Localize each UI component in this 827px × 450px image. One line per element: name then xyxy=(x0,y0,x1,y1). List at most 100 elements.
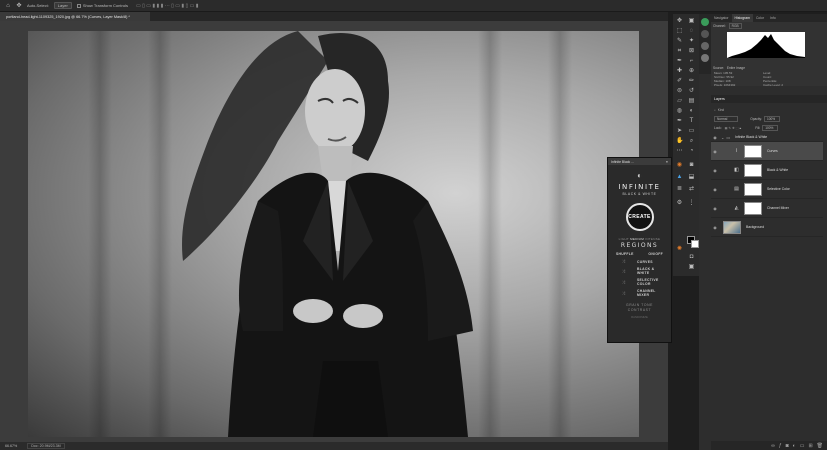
adjustments-panel-icon[interactable] xyxy=(701,30,709,38)
marquee-tool-icon[interactable]: ⬚ xyxy=(676,28,683,35)
screen-mode-icon[interactable]: ⬓ xyxy=(688,174,695,181)
mode-light[interactable]: LIGHT xyxy=(619,237,629,241)
option-label[interactable]: CURVES xyxy=(637,260,663,264)
quick-mask-icon[interactable]: ◙ xyxy=(688,162,695,169)
patch-tool-icon[interactable]: ⊕ xyxy=(688,68,695,75)
lock-icons[interactable]: ▦ ✎ ✥ ⬚ 🔒︎ xyxy=(725,126,742,130)
add-mask-icon[interactable]: ◙ xyxy=(786,443,789,449)
doc-size[interactable]: Doc: 20.9M/23.3M xyxy=(27,443,65,449)
settings-icon[interactable]: ⚙ xyxy=(676,200,683,207)
zoom-level[interactable]: 66.67% xyxy=(5,444,17,448)
plugin-launcher-icon[interactable]: ◔ xyxy=(688,148,695,155)
option-selective-color[interactable]: ⤨ SELECTIVE COLOR xyxy=(608,278,671,286)
extension-icon[interactable]: ▲ xyxy=(676,174,683,181)
link-layers-icon[interactable]: ∞ xyxy=(771,443,775,449)
layer-mask-thumbnail[interactable] xyxy=(744,163,762,177)
new-group-icon[interactable]: ▭ xyxy=(800,443,805,449)
layer-group-row[interactable]: ◉ ⌄ ▭ Infinite Black & White xyxy=(711,133,823,142)
document-canvas[interactable] xyxy=(28,31,639,437)
layer-row[interactable]: ◉ ◭ Channel Mixer xyxy=(711,199,823,218)
layer-mask-thumbnail[interactable] xyxy=(744,144,762,158)
properties-panel-icon[interactable] xyxy=(701,42,709,50)
layer-row[interactable]: ◉ ▤ Selective Color xyxy=(711,180,823,199)
option-label[interactable]: CHANNEL MIXER xyxy=(637,289,663,297)
layer-mask-thumbnail[interactable] xyxy=(744,201,762,215)
visibility-eye-icon[interactable]: ◉ xyxy=(711,149,719,154)
visibility-eye-icon[interactable]: ◉ xyxy=(711,206,719,211)
visibility-eye-icon[interactable]: ◉ xyxy=(711,225,719,230)
shuffle-icon[interactable]: ⤨ xyxy=(616,291,630,296)
blend-mode-select[interactable]: Normal xyxy=(714,115,739,122)
create-button[interactable]: CREATE xyxy=(625,203,654,231)
gradient-tool-icon[interactable]: ▤ xyxy=(688,98,695,105)
shape-tool-icon[interactable]: ▭ xyxy=(688,128,695,135)
dodge-tool-icon[interactable]: ◐ xyxy=(688,108,695,115)
layer-select[interactable]: Layer xyxy=(53,2,72,9)
layer-mask-thumbnail[interactable] xyxy=(744,182,762,196)
visibility-eye-icon[interactable]: ◉ xyxy=(711,135,719,140)
adjustment-layer-icon[interactable]: ◐ xyxy=(793,443,796,449)
channel-select[interactable]: RGB xyxy=(728,23,742,29)
screen-mode-toggle-icon[interactable]: ▣ xyxy=(688,264,695,271)
panel-menu-icon[interactable]: ≡ xyxy=(666,160,668,164)
lasso-tool-icon[interactable]: ◌ xyxy=(688,28,695,35)
blur-tool-icon[interactable]: ◍ xyxy=(676,108,683,115)
frame-tool-icon[interactable]: ⊠ xyxy=(688,48,695,55)
background-color-swatch[interactable] xyxy=(691,240,699,248)
magic-wand-icon[interactable]: ✦ xyxy=(688,38,695,45)
group-chevron-icon[interactable]: ⌄ xyxy=(721,135,724,140)
adjust-icon[interactable]: ≣ xyxy=(676,186,683,193)
brush-tool-icon[interactable]: ✐ xyxy=(676,78,683,85)
shuffle-icon[interactable]: ⤨ xyxy=(616,269,630,274)
eraser-tool-icon[interactable]: ▱ xyxy=(676,98,683,105)
tab-histogram[interactable]: Histogram xyxy=(731,14,753,22)
randomize-link[interactable]: RANDOMIZE xyxy=(608,315,671,319)
crop-tool-icon[interactable]: ⌗ xyxy=(676,48,683,55)
pen-tool-icon[interactable]: ✒ xyxy=(676,118,683,125)
libraries-panel-icon[interactable] xyxy=(701,54,709,62)
generate-icon[interactable]: ✺ xyxy=(676,246,683,253)
ruler-icon[interactable]: ⌐ xyxy=(688,58,695,65)
clone-stamp-icon[interactable]: ⊜ xyxy=(676,88,683,95)
show-transform-controls[interactable]: Show Transform Controls xyxy=(76,2,128,10)
artboard-tool-icon[interactable]: ▣ xyxy=(688,18,695,25)
layers-panel-header[interactable]: Layers xyxy=(711,95,827,103)
path-select-icon[interactable]: ➤ xyxy=(676,128,683,135)
new-layer-icon[interactable]: ⊞ xyxy=(808,443,812,449)
delete-layer-icon[interactable]: 🗑︎ xyxy=(817,443,823,449)
pencil-tool-icon[interactable]: ✏ xyxy=(688,78,695,85)
type-tool-icon[interactable]: T xyxy=(688,118,695,125)
shuffle-icon[interactable]: ⤨ xyxy=(616,259,630,264)
visibility-eye-icon[interactable]: ◉ xyxy=(711,168,719,173)
layer-row[interactable]: ◉ ⌇ Curves xyxy=(711,142,823,161)
zoom-tool-icon[interactable]: ⌕ xyxy=(688,138,695,145)
healing-brush-icon[interactable]: ✚ xyxy=(676,68,683,75)
mode-medium[interactable]: MEDIUM xyxy=(630,237,644,241)
option-label[interactable]: BLACK & WHITE xyxy=(637,267,663,275)
quick-select-icon[interactable]: ✎ xyxy=(676,38,683,45)
option-black-white[interactable]: ⤨ BLACK & WHITE xyxy=(608,267,671,275)
option-curves[interactable]: ⤨ CURVES xyxy=(608,259,671,264)
fill-input[interactable]: 100% xyxy=(762,124,779,131)
hand-tool-icon[interactable]: ✋ xyxy=(676,138,683,145)
layer-row[interactable]: ◉ ◧ Black & White xyxy=(711,161,823,180)
extras-icon[interactable]: ⋮ xyxy=(688,200,695,207)
home-icon[interactable]: ⌂ xyxy=(5,3,11,9)
mode-intense[interactable]: INTENSE xyxy=(645,237,660,241)
move-tool-icon[interactable]: ✥ xyxy=(16,3,22,9)
history-brush-icon[interactable]: ↺ xyxy=(688,88,695,95)
swap-icon[interactable]: ⇄ xyxy=(688,186,695,193)
visibility-eye-icon[interactable]: ◉ xyxy=(711,187,719,192)
tab-navigator[interactable]: Navigator xyxy=(711,14,732,22)
document-tab[interactable]: portland-head-light-1109325_1920.jpg @ 6… xyxy=(0,12,150,21)
quick-mask-mode-icon[interactable]: ◘ xyxy=(688,254,695,261)
fx-icon[interactable]: ƒ xyxy=(779,443,782,449)
option-label[interactable]: SELECTIVE COLOR xyxy=(637,278,663,286)
option-channel-mixer[interactable]: ⤨ CHANNEL MIXER xyxy=(608,289,671,297)
checkbox-icon[interactable] xyxy=(76,3,81,8)
opacity-input[interactable]: 100% xyxy=(763,115,781,122)
navigator-panel-icon[interactable] xyxy=(701,18,709,26)
eyedropper-icon[interactable]: ✒ xyxy=(676,58,683,65)
plugin-header[interactable]: Infinite Black ... ≡ xyxy=(608,158,671,165)
tab-color[interactable]: Color xyxy=(753,14,767,22)
